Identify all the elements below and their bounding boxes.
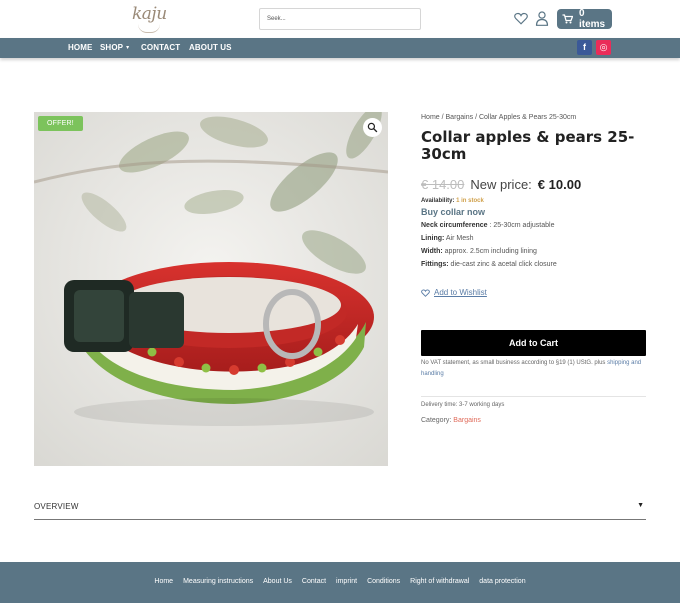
delivery-time: Delivery time: 3-7 working days <box>421 402 505 408</box>
spec-lining: Lining: Air Mesh <box>421 235 646 243</box>
category-label: Category: <box>421 417 454 424</box>
wishlist-label: Add to Wishlist <box>434 288 487 297</box>
footer-link-measuring[interactable]: Measuring instructions <box>183 578 253 585</box>
instagram-icon[interactable]: ◎ <box>596 40 611 55</box>
footer: Home Measuring instructions About Us Con… <box>0 562 680 603</box>
footer-link-home[interactable]: Home <box>154 578 173 585</box>
logo-swash <box>138 24 160 33</box>
footer-link-conditions[interactable]: Conditions <box>367 578 400 585</box>
new-price-label: New price: <box>470 177 532 192</box>
user-icon[interactable] <box>535 11 549 26</box>
zoom-icon[interactable] <box>363 118 382 137</box>
availability: Availability: 1 in stock <box>421 198 646 204</box>
footer-link-about[interactable]: About Us <box>263 578 292 585</box>
nav-home[interactable]: HOME <box>68 43 92 52</box>
add-to-cart-button[interactable]: Add to Cart <box>421 330 646 356</box>
spec-label: Width: <box>421 248 443 255</box>
buy-heading: Buy collar now <box>421 207 486 217</box>
cart-button[interactable]: 0 items <box>557 8 612 30</box>
magnifier-glyph <box>367 122 378 133</box>
spec-label: Lining: <box>421 235 445 242</box>
stock-status: 1 in stock <box>456 198 484 204</box>
spec-value: Air Mesh <box>444 235 474 242</box>
new-price: € 10.00 <box>537 177 582 192</box>
chevron-down-icon: ▾ <box>126 45 130 51</box>
offer-badge: OFFER! <box>38 116 83 131</box>
price-row: € 14.00 New price: € 10.00 <box>421 177 646 192</box>
spec-label: Neck circumference <box>421 222 488 229</box>
top-header: kaju Seek... 0 items <box>0 0 680 38</box>
nav-shop-label: SHOP <box>100 43 124 52</box>
site-logo[interactable]: kaju <box>128 2 170 36</box>
spec-neck: Neck circumference : 25-30cm adjustable <box>421 222 646 230</box>
old-price: € 14.00 <box>421 177 465 192</box>
spec-label: Fittings: <box>421 261 449 268</box>
cart-icon <box>562 14 573 24</box>
product-image[interactable]: OFFER! <box>34 112 388 466</box>
availability-label: Availability: <box>421 198 455 204</box>
footer-links: Home Measuring instructions About Us Con… <box>0 578 680 585</box>
nav-shop[interactable]: SHOP ▾ <box>100 43 129 52</box>
heart-icon[interactable] <box>514 12 528 25</box>
logo-text: kaju <box>132 4 167 24</box>
main-nav: HOME SHOP ▾ CONTACT ABOUT US f ◎ <box>0 38 680 58</box>
caret-down-icon[interactable]: ▼ <box>637 502 644 509</box>
product-title: Collar apples & pears 25-30cm <box>421 128 635 163</box>
spec-value: approx. 2.5cm including lining <box>442 248 537 255</box>
footer-link-imprint[interactable]: imprint <box>336 578 357 585</box>
category-link[interactable]: Bargains <box>453 417 481 424</box>
breadcrumb[interactable]: Home / Bargains / Collar Apples & Pears … <box>421 112 646 123</box>
overview-label: OVERVIEW <box>34 502 79 511</box>
facebook-icon[interactable]: f <box>577 40 592 55</box>
category: Category: Bargains <box>421 417 481 424</box>
add-to-wishlist-link[interactable]: Add to Wishlist <box>421 288 487 297</box>
spec-value: die-cast zinc & acetal click closure <box>448 261 557 268</box>
search-input[interactable]: Seek... <box>259 8 421 30</box>
footer-link-withdrawal[interactable]: Right of withdrawal <box>410 578 469 585</box>
vat-text: No VAT statement, as small business acco… <box>421 360 608 366</box>
overview-accordion[interactable]: OVERVIEW ▼ <box>34 500 646 520</box>
collar-photo <box>34 112 388 466</box>
footer-link-contact[interactable]: Contact <box>302 578 326 585</box>
spec-width: Width: approx. 2.5cm including lining <box>421 248 646 256</box>
vat-notice: No VAT statement, as small business acco… <box>421 358 649 380</box>
divider <box>421 396 646 397</box>
product-details: Home / Bargains / Collar Apples & Pears … <box>421 112 646 424</box>
cart-count-label: 0 items <box>579 8 606 30</box>
heart-icon <box>421 288 430 297</box>
footer-link-privacy[interactable]: data protection <box>479 578 525 585</box>
nav-contact[interactable]: CONTACT <box>141 43 180 52</box>
nav-about-us[interactable]: ABOUT US <box>189 43 232 52</box>
spec-fittings: Fittings: die-cast zinc & acetal click c… <box>421 261 646 269</box>
spec-value: : 25-30cm adjustable <box>487 222 555 229</box>
